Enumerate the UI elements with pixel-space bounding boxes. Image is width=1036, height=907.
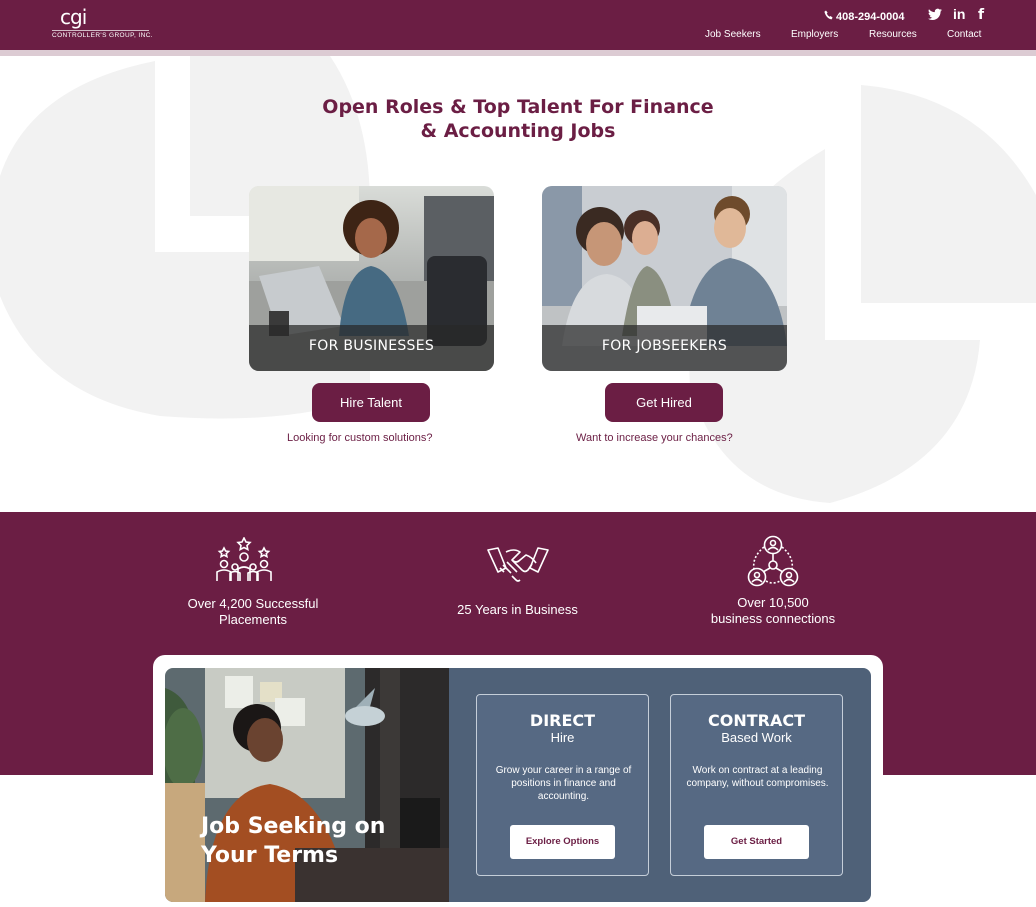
business-card[interactable]: FOR BUSINESSES (249, 186, 494, 371)
direct-hire-option: DIRECT Hire Grow your career in a range … (476, 694, 649, 876)
stat-connections: Over 10,500 business connections (692, 595, 854, 627)
promo-title: Job Seeking on Your Terms (201, 812, 441, 870)
logo-divider (52, 30, 149, 31)
phone-icon (824, 10, 833, 23)
promo-title-line2: Your Terms (201, 843, 339, 868)
headline-line-1: Open Roles & Top Talent For Finance (322, 96, 714, 118)
contract-work-description: Work on contract at a leading company, w… (686, 765, 829, 789)
stat-years-line1: 25 Years in Business (457, 602, 578, 617)
contract-work-subtitle: Based Work (721, 730, 792, 745)
phone-number: 408-294-0004 (836, 11, 905, 23)
phone-link[interactable]: 408-294-0004 (824, 10, 905, 23)
contract-work-title: CONTRACT (707, 711, 805, 730)
company-logo[interactable]: cgi CONTROLLER'S GROUP, INC. (52, 5, 154, 43)
site-header: cgi CONTROLLER'S GROUP, INC. 408-294-000… (0, 0, 1036, 50)
linkedin-icon[interactable]: in (953, 6, 965, 22)
nav-job-seekers[interactable]: Job Seekers (705, 29, 761, 40)
get-started-button[interactable]: Get Started (704, 825, 809, 859)
get-hired-button[interactable]: Get Hired (605, 383, 723, 422)
stat-years: 25 Years in Business (440, 602, 595, 618)
direct-hire-title: DIRECT (529, 711, 596, 730)
business-card-label: FOR BUSINESSES (249, 325, 494, 371)
custom-solutions-link[interactable]: Looking for custom solutions? (287, 432, 433, 444)
logo-mark: cgi (60, 5, 87, 29)
headline-line-2: & Accounting Jobs (420, 120, 616, 142)
stat-connections-line1: Over 10,500 (737, 595, 809, 610)
logo-subtitle: CONTROLLER'S GROUP, INC. (52, 32, 154, 39)
twitter-icon[interactable] (928, 8, 942, 24)
nav-contact[interactable]: Contact (947, 29, 981, 40)
hire-talent-button[interactable]: Hire Talent (312, 383, 430, 422)
jobseeker-card-label: FOR JOBSEEKERS (542, 325, 787, 371)
promo-title-line1: Job Seeking on (201, 814, 386, 839)
stat-placements-line1: Over 4,200 Successful (187, 596, 319, 611)
increase-chances-link[interactable]: Want to increase your chances? (576, 432, 733, 444)
stat-connections-line2: business connections (710, 611, 836, 626)
facebook-icon[interactable]: f (978, 7, 984, 23)
team-stars-icon (214, 536, 274, 588)
page-headline: Open Roles & Top Talent For Finance & Ac… (258, 95, 778, 143)
contract-work-option: CONTRACT Based Work Work on contract at … (670, 694, 843, 876)
network-people-icon (744, 535, 802, 592)
jobseeker-card[interactable]: FOR JOBSEEKERS (542, 186, 787, 371)
stat-placements-line2: Placements (219, 612, 287, 627)
explore-options-button[interactable]: Explore Options (510, 825, 615, 859)
direct-hire-subtitle: Hire (550, 730, 575, 745)
stat-placements: Over 4,200 Successful Placements (175, 596, 331, 628)
nav-resources[interactable]: Resources (869, 29, 917, 40)
handshake-icon (486, 544, 550, 591)
direct-hire-description: Grow your career in a range of positions… (495, 765, 632, 802)
nav-employers[interactable]: Employers (791, 29, 838, 40)
